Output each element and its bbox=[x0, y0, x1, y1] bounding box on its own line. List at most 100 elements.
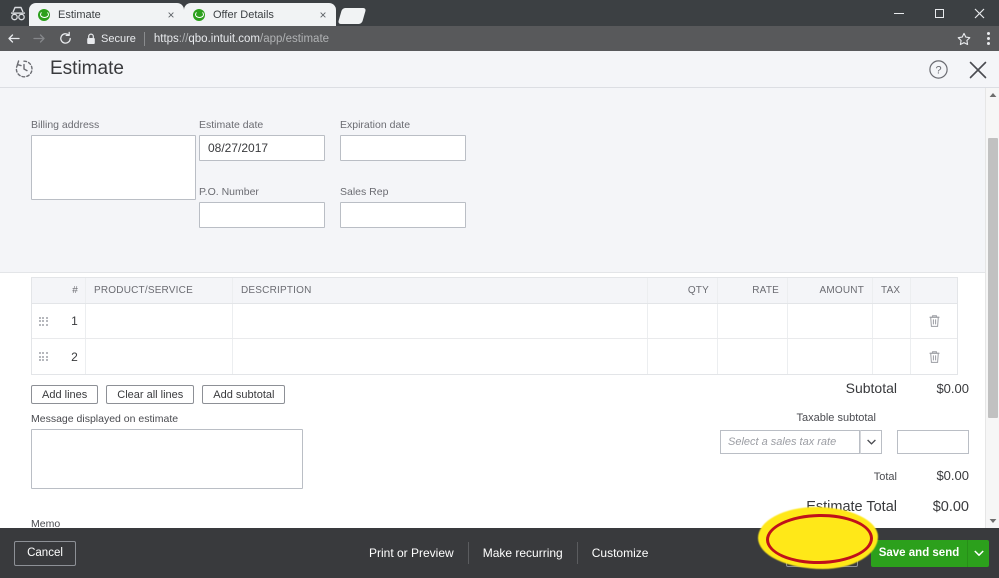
recent-transactions-clock-icon[interactable] bbox=[10, 55, 38, 83]
back-arrow-icon[interactable] bbox=[0, 26, 26, 51]
sales-rep-label: Sales Rep bbox=[340, 186, 466, 198]
omnibox-divider bbox=[144, 32, 145, 46]
billing-address-label: Billing address bbox=[31, 119, 196, 131]
tax-amount-input[interactable] bbox=[897, 430, 969, 454]
expiration-date-input[interactable] bbox=[340, 135, 466, 161]
address-bar[interactable]: Secure https://qbo.intuit.com/app/estima… bbox=[78, 26, 951, 51]
kebab-menu-icon[interactable] bbox=[977, 26, 999, 51]
row-rate[interactable] bbox=[718, 339, 788, 374]
header-qty: QTY bbox=[648, 278, 718, 303]
message-label: Message displayed on estimate bbox=[31, 413, 303, 425]
total-row: Total $0.00 bbox=[689, 468, 969, 483]
message-textarea[interactable] bbox=[31, 429, 303, 489]
estimate-date-label: Estimate date bbox=[199, 119, 325, 131]
table-row[interactable]: 1 bbox=[32, 304, 957, 339]
scroll-thumb[interactable] bbox=[988, 138, 998, 418]
page-title: Estimate bbox=[50, 58, 124, 80]
row-description[interactable] bbox=[233, 304, 648, 338]
trash-icon[interactable] bbox=[911, 339, 957, 374]
drag-handle-icon[interactable] bbox=[32, 304, 54, 338]
trash-icon[interactable] bbox=[911, 304, 957, 338]
subtotal-label: Subtotal bbox=[846, 380, 897, 396]
billing-address-input[interactable] bbox=[31, 135, 196, 200]
browser-tab-estimate[interactable]: Estimate × bbox=[29, 3, 184, 26]
make-recurring-button[interactable]: Make recurring bbox=[469, 540, 577, 566]
tab-close-icon[interactable]: × bbox=[316, 8, 330, 22]
scroll-down-arrow-icon[interactable] bbox=[986, 514, 999, 528]
row-product[interactable] bbox=[86, 339, 233, 374]
expiration-date-field-group: Expiration date bbox=[340, 119, 466, 161]
line-items-header-row: # PRODUCT/SERVICE DESCRIPTION QTY RATE A… bbox=[32, 278, 957, 304]
sales-rep-input[interactable] bbox=[340, 202, 466, 228]
svg-text:?: ? bbox=[935, 65, 941, 77]
row-number: 2 bbox=[54, 339, 86, 374]
row-description[interactable] bbox=[233, 339, 648, 374]
sales-tax-rate-select[interactable]: Select a sales tax rate bbox=[720, 430, 860, 454]
row-tax[interactable] bbox=[873, 339, 911, 374]
po-number-field-group: P.O. Number bbox=[199, 186, 325, 228]
star-icon[interactable] bbox=[951, 26, 977, 51]
url-path: /app/estimate bbox=[260, 33, 329, 45]
billing-address-field-group: Billing address bbox=[31, 119, 196, 200]
chevron-down-icon[interactable] bbox=[860, 430, 882, 454]
estimate-date-field-group: Estimate date 08/27/2017 bbox=[199, 119, 325, 161]
sales-tax-row: Select a sales tax rate bbox=[689, 430, 969, 454]
footer-links: Print or Preview Make recurring Customiz… bbox=[355, 540, 662, 566]
cancel-button[interactable]: Cancel bbox=[14, 541, 76, 566]
estimate-total-label: Estimate Total bbox=[806, 499, 897, 515]
row-product[interactable] bbox=[86, 304, 233, 338]
browser-tab-offer-details[interactable]: Offer Details × bbox=[184, 3, 336, 26]
estimate-total-row: Estimate Total $0.00 bbox=[689, 499, 969, 515]
vertical-scrollbar[interactable] bbox=[985, 88, 999, 528]
estimate-form: Billing address Estimate date 08/27/2017… bbox=[0, 88, 985, 528]
memo-label: Memo bbox=[31, 518, 60, 528]
new-tab-button[interactable] bbox=[340, 8, 366, 24]
url-scheme: https bbox=[154, 33, 179, 45]
help-question-icon[interactable]: ? bbox=[925, 57, 951, 83]
chevron-down-icon[interactable] bbox=[967, 540, 989, 567]
save-button[interactable]: Save bbox=[786, 540, 858, 567]
add-subtotal-button[interactable]: Add subtotal bbox=[202, 385, 285, 404]
minimize-icon[interactable] bbox=[879, 0, 919, 26]
row-qty[interactable] bbox=[648, 304, 718, 338]
tab-title: Estimate bbox=[58, 9, 164, 21]
row-qty[interactable] bbox=[648, 339, 718, 374]
sales-rep-field-group: Sales Rep bbox=[340, 186, 466, 228]
form-header-fields: Billing address Estimate date 08/27/2017… bbox=[0, 88, 985, 273]
header-tax: TAX bbox=[873, 278, 911, 303]
header-number: # bbox=[54, 278, 86, 303]
quickbooks-favicon bbox=[38, 9, 50, 21]
clear-all-lines-button[interactable]: Clear all lines bbox=[106, 385, 194, 404]
tab-close-icon[interactable]: × bbox=[164, 8, 178, 22]
row-tax[interactable] bbox=[873, 304, 911, 338]
add-lines-button[interactable]: Add lines bbox=[31, 385, 98, 404]
drag-handle-icon[interactable] bbox=[32, 339, 54, 374]
customize-button[interactable]: Customize bbox=[578, 540, 663, 566]
lock-icon bbox=[86, 33, 96, 45]
reload-icon[interactable] bbox=[52, 26, 78, 51]
maximize-icon[interactable] bbox=[919, 0, 959, 26]
row-number: 1 bbox=[54, 304, 86, 338]
save-and-send-button[interactable]: Save and send bbox=[871, 540, 967, 567]
estimate-date-input[interactable]: 08/27/2017 bbox=[199, 135, 325, 161]
url-text: https://qbo.intuit.com/app/estimate bbox=[154, 33, 329, 45]
row-amount[interactable] bbox=[788, 339, 873, 374]
app-header: Estimate ? bbox=[0, 51, 999, 88]
taxable-subtotal-row: Taxable subtotal bbox=[689, 412, 969, 424]
row-amount[interactable] bbox=[788, 304, 873, 338]
po-number-input[interactable] bbox=[199, 202, 325, 228]
total-label: Total bbox=[874, 471, 897, 483]
subtotal-row: Subtotal $0.00 bbox=[689, 380, 969, 396]
scroll-up-arrow-icon[interactable] bbox=[986, 88, 999, 102]
header-grip-spacer bbox=[32, 278, 54, 303]
browser-window: Estimate × Offer Details × bbox=[0, 0, 999, 578]
print-or-preview-button[interactable]: Print or Preview bbox=[355, 540, 468, 566]
header-delete-spacer bbox=[911, 278, 957, 303]
row-rate[interactable] bbox=[718, 304, 788, 338]
security-status-label: Secure bbox=[101, 33, 136, 45]
window-controls bbox=[879, 0, 999, 26]
table-row[interactable]: 2 bbox=[32, 339, 957, 374]
total-value: $0.00 bbox=[897, 468, 969, 483]
window-close-icon[interactable] bbox=[959, 0, 999, 26]
close-estimate-icon[interactable] bbox=[965, 57, 991, 83]
